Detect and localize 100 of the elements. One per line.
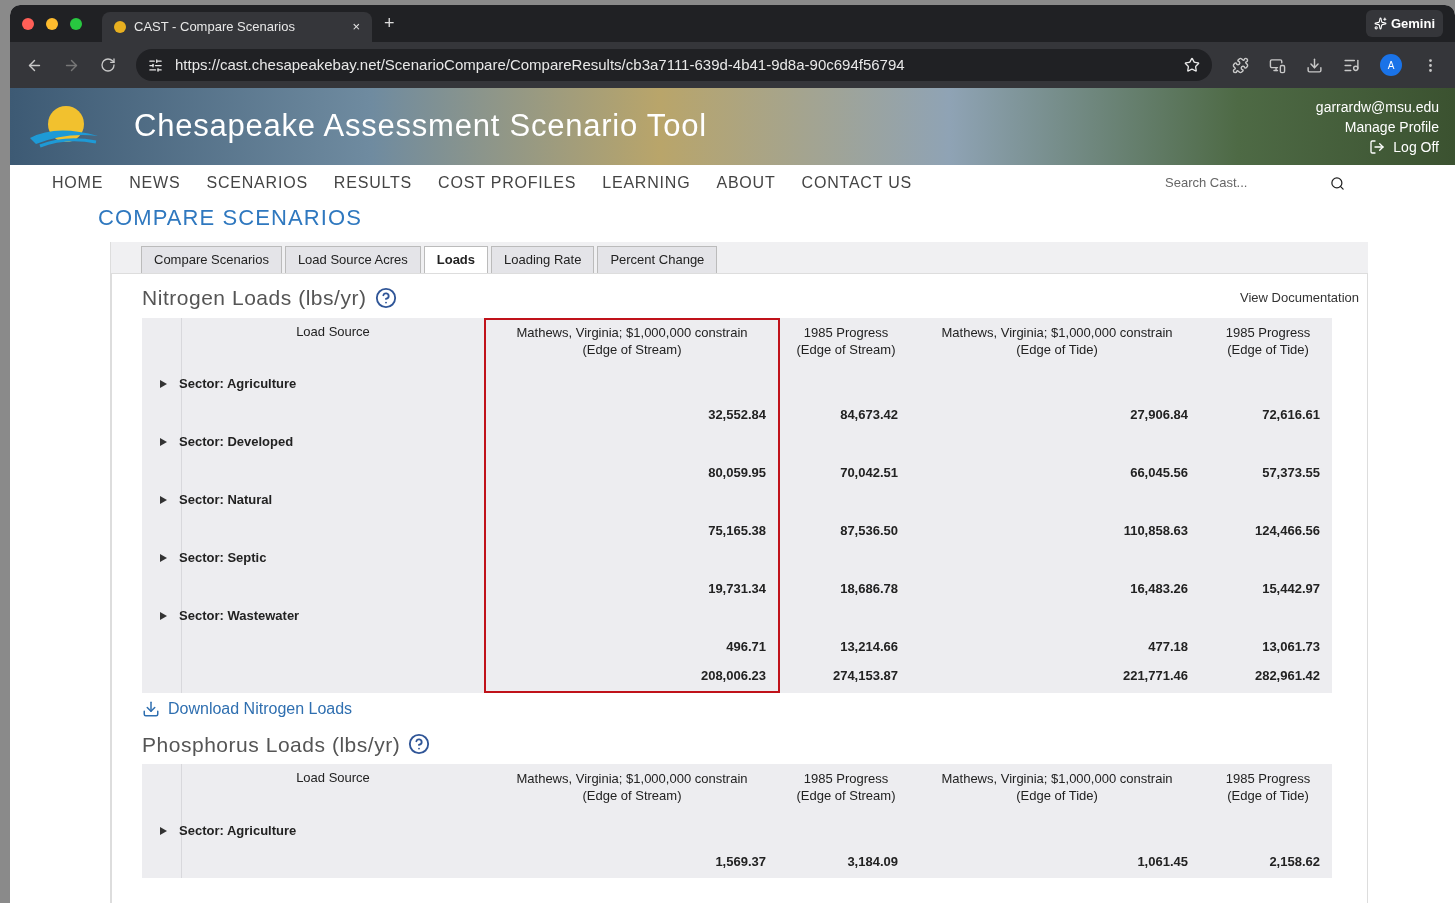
search-icon[interactable] (1330, 175, 1345, 191)
tab[interactable]: Loading Rate (491, 246, 595, 273)
table-cell-text: 32,552.84 (708, 406, 766, 425)
view-documentation-link[interactable]: View Documentation (1240, 288, 1359, 308)
column-header: Mathews, Virginia; $1,000,000 constrain (941, 323, 1173, 341)
column-header: Mathews, Virginia; $1,000,000 constrain (941, 770, 1173, 787)
column-header: Mathews, Virginia; $1,000,000 constrain (516, 323, 748, 341)
column-subheader: (Edge of Tide) (1227, 787, 1309, 804)
site-settings-icon[interactable] (148, 57, 163, 73)
nav-link[interactable]: NEWS (129, 171, 181, 195)
table-cell-text: 87,536.50 (840, 522, 898, 541)
caret-icon[interactable] (160, 496, 167, 504)
log-off-link[interactable]: Log Off (1393, 136, 1439, 157)
table-cell-text: 80,059.95 (708, 464, 766, 483)
address-field[interactable]: https://cast.chesapeakebay.net/ScenarioCompare/CompareResults/cb3a7111-639d-4b41-9d8a-90c694f56794 (136, 49, 1212, 81)
table-cell-text: 18,686.78 (840, 580, 898, 599)
new-tab-button[interactable]: + (384, 10, 395, 37)
site-title: Chesapeake Assessment Scenario Tool (134, 107, 707, 146)
gemini-button[interactable]: Gemini (1365, 9, 1443, 38)
help-icon[interactable] (374, 286, 397, 309)
tab[interactable]: Load Source Acres (284, 246, 421, 273)
search-input[interactable]: Search Cast... (1165, 173, 1322, 193)
column-subheader: (Edge of Tide) (1016, 787, 1098, 804)
table-cell-text: 3,184.09 (847, 852, 898, 871)
log-off-icon[interactable] (1369, 138, 1386, 155)
sector-label[interactable]: Sector: Agriculture (179, 374, 297, 394)
browser-tab[interactable]: CAST - Compare Scenarios × (102, 12, 372, 42)
section-title: Phosphorus Loads (lbs/yr) (142, 731, 401, 758)
table-cell-text: 1,061.45 (1137, 852, 1188, 871)
column-header: 1985 Progress (803, 323, 889, 341)
caret-icon[interactable] (160, 826, 167, 835)
nav-link[interactable]: HOME (52, 171, 104, 195)
sparkle-icon (1373, 17, 1387, 30)
sector-label[interactable]: Sector: Septic (179, 548, 267, 568)
nav-link[interactable]: CONTACT US (801, 171, 913, 195)
download-link[interactable]: Download Nitrogen Loads (168, 696, 353, 721)
tab-close-button[interactable]: × (352, 17, 360, 37)
nav-link[interactable]: ABOUT (716, 171, 776, 195)
caret-icon[interactable] (160, 438, 167, 446)
column-header: 1985 Progress (1225, 323, 1311, 341)
download-icon[interactable] (142, 699, 160, 718)
nav-link[interactable]: SCENARIOS (206, 171, 308, 195)
bookmark-star-icon[interactable] (1184, 57, 1200, 73)
caret-icon[interactable] (160, 612, 167, 620)
table-cell-text: 13,214.66 (840, 638, 898, 657)
total-cell-text: 221,771.46 (1122, 667, 1188, 686)
sector-label[interactable]: Sector: Wastewater (179, 606, 300, 626)
total-cell-text: 208,006.23 (700, 667, 766, 686)
sector-label[interactable]: Sector: Developed (179, 432, 294, 452)
column-subheader: (Edge of Tide) (1227, 340, 1309, 358)
column-subheader: (Edge of Stream) (796, 787, 896, 804)
table-cell-text: 496.71 (726, 638, 766, 657)
window-zoom-icon[interactable] (70, 17, 82, 30)
total-cell-text: 274,153.87 (832, 667, 898, 686)
column-subheader: (Edge of Stream) (796, 340, 896, 358)
manage-profile-link[interactable]: Manage Profile (1344, 116, 1439, 137)
profile-avatar[interactable]: A (1380, 54, 1402, 76)
column-subheader: (Edge of Tide) (1016, 340, 1098, 358)
table-cell-text: 124,466.56 (1254, 522, 1320, 541)
column-header: 1985 Progress (803, 770, 889, 787)
url-text: https://cast.chesapeakebay.net/ScenarioCompare/CompareResults/cb3a7111-639d-4b41-9d8a-90c694f56794 (175, 54, 906, 75)
column-subheader: (Edge of Stream) (582, 787, 682, 804)
table-cell-text: 70,042.51 (840, 464, 898, 483)
reload-icon[interactable] (100, 57, 116, 73)
section-title: Nitrogen Loads (lbs/yr) (142, 285, 367, 311)
table-cell-text: 1,569.37 (715, 852, 766, 871)
table-cell-text: 72,616.61 (1262, 406, 1320, 425)
caret-icon[interactable] (160, 554, 167, 562)
column-header: Load Source (296, 322, 370, 341)
column-header: 1985 Progress (1225, 770, 1311, 787)
page-title: COMPARE SCENARIOS (98, 204, 363, 232)
caret-icon[interactable] (160, 380, 167, 388)
table-cell-text: 57,373.55 (1262, 464, 1320, 483)
table-cell-text: 27,906.84 (1130, 406, 1188, 425)
downloads-icon[interactable] (1306, 56, 1323, 74)
nav-link[interactable]: RESULTS (333, 171, 413, 195)
extensions-icon[interactable] (1232, 56, 1249, 74)
tab[interactable]: Compare Scenarios (141, 246, 282, 273)
table-cell-text: 84,673.42 (840, 406, 898, 425)
window-close-icon[interactable] (22, 17, 34, 30)
tab[interactable]: Loads (423, 246, 489, 273)
sector-label[interactable]: Sector: Natural (179, 490, 273, 510)
favicon-icon (114, 21, 126, 33)
table-cell-text: 75,165.38 (708, 522, 766, 541)
window-minimize-icon[interactable] (46, 17, 58, 30)
help-icon[interactable] (408, 733, 431, 756)
table-cell-text: 110,858.63 (1123, 522, 1188, 541)
table-cell-text: 66,045.56 (1130, 464, 1188, 483)
table-cell-text: 13,061.73 (1262, 638, 1320, 657)
table-cell-text: 2,158.62 (1269, 852, 1320, 871)
tab[interactable]: Percent Change (597, 246, 718, 273)
column-header: Mathews, Virginia; $1,000,000 constrain (516, 770, 748, 787)
table-cell-text: 15,442.97 (1262, 580, 1320, 599)
nav-link[interactable]: COST PROFILES (438, 171, 577, 195)
sector-label[interactable]: Sector: Agriculture (179, 820, 297, 841)
table-cell-text: 16,483.26 (1130, 580, 1188, 599)
table-cell-text: 19,731.34 (708, 580, 766, 599)
total-cell-text: 282,961.42 (1254, 667, 1320, 686)
column-subheader: (Edge of Stream) (582, 340, 682, 358)
nav-link[interactable]: LEARNING (602, 171, 691, 195)
